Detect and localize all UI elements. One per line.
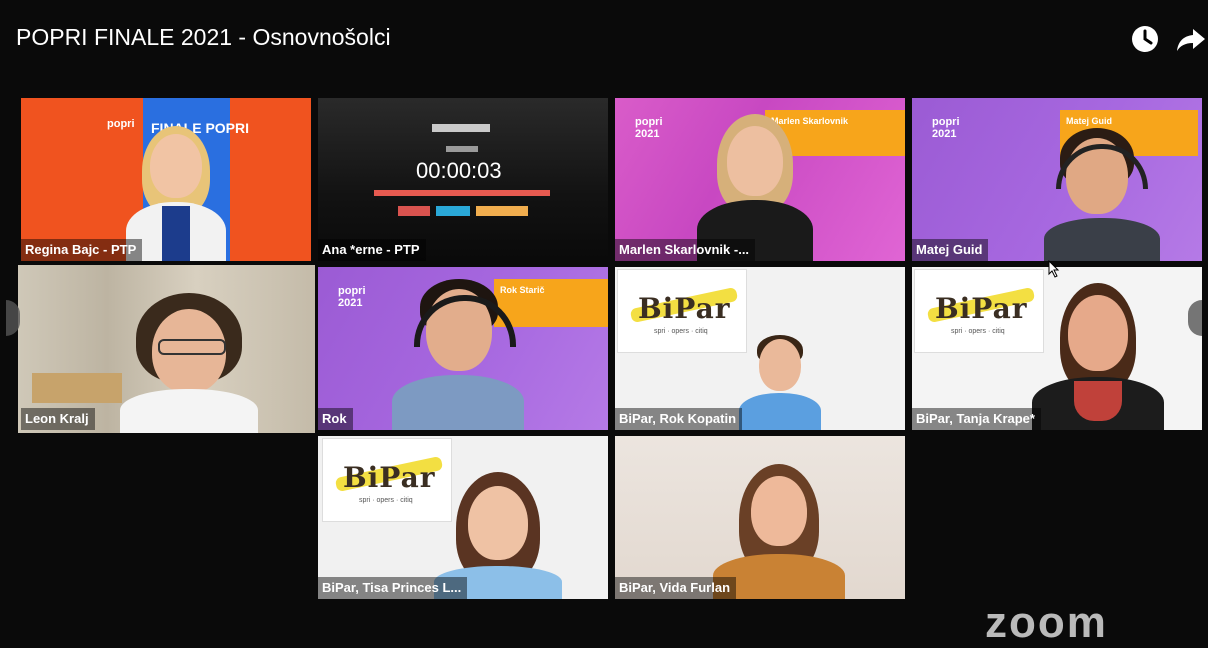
next-page-arrow[interactable] bbox=[1188, 300, 1202, 336]
timer-input-bar bbox=[432, 124, 490, 132]
popri-logo: popri 2021 bbox=[635, 116, 663, 140]
participant-name: Leon Kralj bbox=[21, 408, 95, 430]
participant-tile-active[interactable]: Leon Kralj bbox=[18, 265, 315, 433]
participant-video bbox=[1022, 281, 1172, 430]
participant-tile[interactable]: popri 2021 Matej Guid Matej Guid bbox=[912, 98, 1202, 261]
video-title: POPRI FINALE 2021 - Osnovnošolci bbox=[16, 24, 391, 50]
participant-tile[interactable]: popri 2021 Marlen Skarlovnik Marlen Skarl… bbox=[615, 98, 905, 261]
participant-video bbox=[735, 333, 825, 430]
participant-name: BiPar, Vida Furlan bbox=[615, 577, 737, 599]
participant-name: BiPar, Tisa Princes L... bbox=[318, 577, 468, 599]
participant-name: BiPar, Tanja Krape* bbox=[912, 408, 1041, 430]
participant-tile[interactable]: popri FINALE POPRI Regina Bajc - PTP bbox=[21, 98, 311, 261]
participant-video bbox=[388, 275, 528, 430]
participant-tile[interactable]: BiPar spri · opers · citiq BiPar, Tanja … bbox=[912, 267, 1202, 430]
participant-tile[interactable]: popri 2021 Rok Starič Rok bbox=[318, 267, 608, 430]
participant-tile[interactable]: BiPar spri · opers · citiq BiPar, Tisa P… bbox=[318, 436, 608, 599]
participant-tile[interactable]: 00:00:03 Ana *erne - PTP bbox=[318, 98, 608, 261]
timer-buttons bbox=[398, 206, 528, 216]
timer-input-bar bbox=[446, 146, 478, 152]
mouse-cursor-icon bbox=[1048, 260, 1060, 278]
participant-video bbox=[1042, 126, 1162, 261]
participant-video bbox=[114, 285, 264, 433]
share-arrow-icon[interactable] bbox=[1176, 24, 1206, 54]
participant-tile[interactable]: BiPar, Vida Furlan bbox=[615, 436, 905, 599]
participant-name: BiPar, Rok Kopatin bbox=[615, 408, 743, 430]
participant-name: Marlen Skarlovnik -... bbox=[615, 239, 756, 261]
participant-tile[interactable]: BiPar spri · opers · citiq BiPar, Rok Ko… bbox=[615, 267, 905, 430]
video-header: POPRI FINALE 2021 - Osnovnošolci bbox=[0, 0, 1208, 80]
participant-name: Matej Guid bbox=[912, 239, 989, 261]
timer-display: 00:00:03 bbox=[416, 158, 502, 183]
clock-icon[interactable] bbox=[1130, 24, 1160, 54]
popri-logo: popri 2021 bbox=[932, 116, 960, 140]
timer-progress-bar bbox=[374, 190, 550, 196]
participant-name: Ana *erne - PTP bbox=[318, 239, 426, 261]
bipar-logo: BiPar spri · opers · citiq bbox=[617, 269, 747, 353]
participant-name: Regina Bajc - PTP bbox=[21, 239, 143, 261]
popri-logo: popri 2021 bbox=[338, 285, 366, 309]
zoom-watermark: zoom bbox=[985, 598, 1108, 647]
participant-name: Rok bbox=[318, 408, 353, 430]
